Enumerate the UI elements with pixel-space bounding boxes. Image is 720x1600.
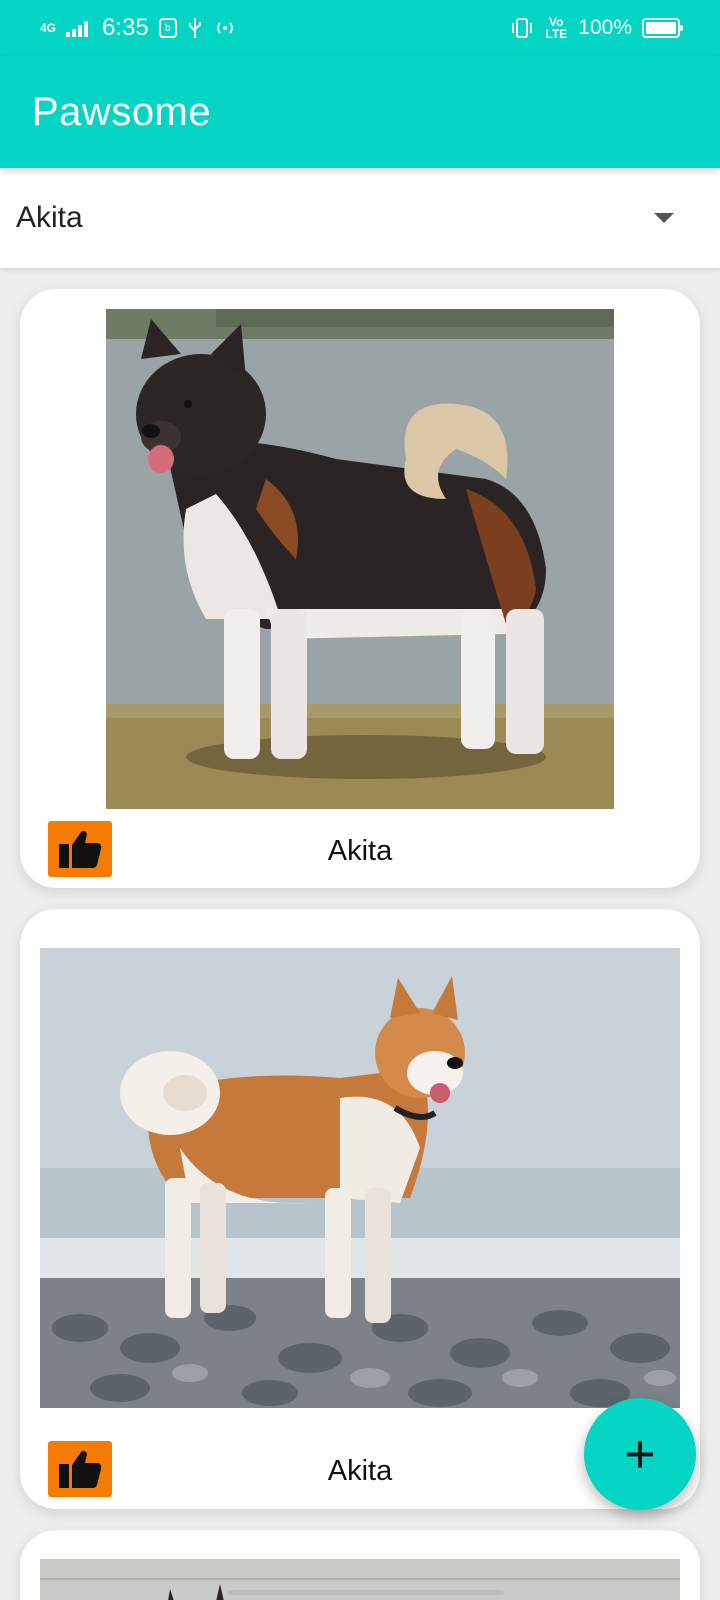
network-type: 4G bbox=[40, 21, 57, 35]
vibrate-icon bbox=[512, 18, 533, 38]
usb-icon bbox=[188, 18, 201, 38]
gesture-bar bbox=[228, 1590, 504, 1595]
hotspot-icon bbox=[216, 22, 233, 34]
plus-icon: + bbox=[624, 1424, 656, 1484]
signal-icon bbox=[66, 21, 89, 37]
notification-icon: b bbox=[158, 18, 177, 38]
status-left: 4G 6:35 b bbox=[40, 14, 237, 42]
chevron-down-icon bbox=[654, 213, 674, 223]
volte-indicator: Vo LTE bbox=[545, 15, 568, 41]
battery-percent: 100% bbox=[578, 16, 632, 39]
breed-dropdown-value: Akita bbox=[16, 201, 83, 234]
status-bar: 4G 6:35 b Vo LTE 100% bbox=[0, 0, 720, 56]
status-right: Vo LTE 100% bbox=[510, 15, 683, 41]
add-button[interactable]: + bbox=[584, 1398, 696, 1510]
dog-photo bbox=[40, 948, 680, 1408]
dog-photo bbox=[106, 309, 614, 809]
battery-icon bbox=[642, 18, 683, 38]
clock: 6:35 bbox=[102, 14, 149, 41]
app-bar: Pawsome bbox=[0, 56, 720, 168]
dog-card[interactable]: Akita bbox=[20, 289, 700, 888]
app-title: Pawsome bbox=[32, 89, 212, 134]
breed-label: Akita bbox=[327, 835, 393, 867]
breed-dropdown[interactable]: Akita bbox=[0, 168, 720, 268]
